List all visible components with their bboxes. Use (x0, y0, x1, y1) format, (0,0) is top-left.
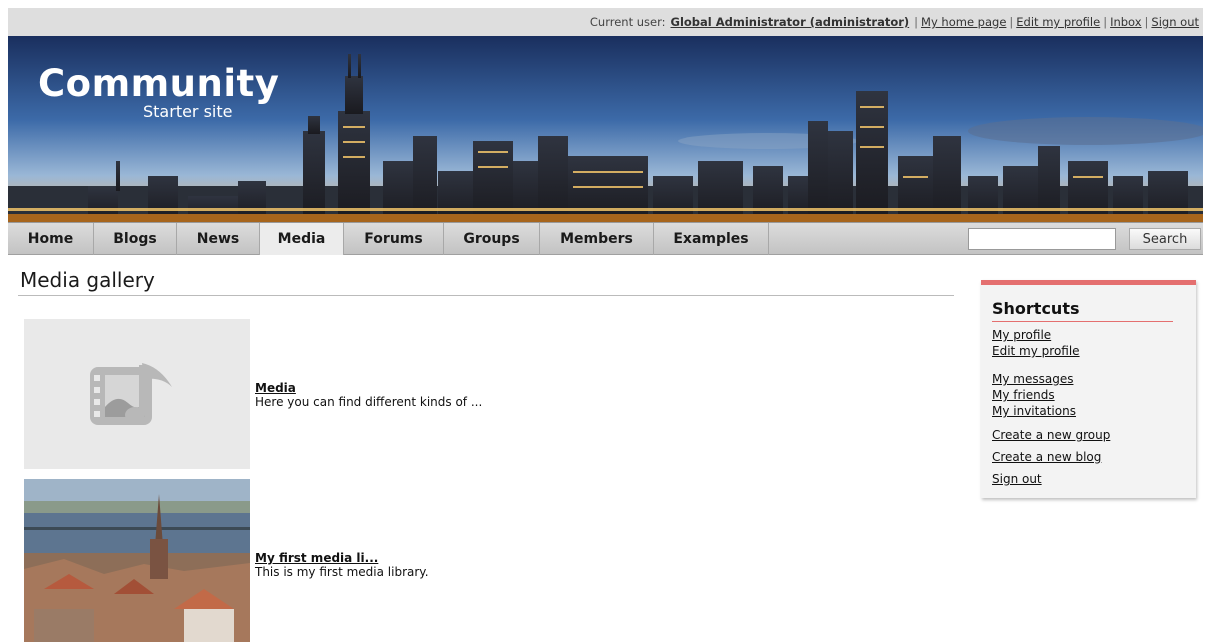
shortcuts-panel: Shortcuts My profile Edit my profile My … (981, 280, 1196, 498)
user-bar: Current user: Global Administrator (admi… (8, 8, 1203, 36)
current-user-link[interactable]: Global Administrator (administrator) (671, 15, 910, 29)
shortcut-create-blog[interactable]: Create a new blog (992, 450, 1101, 464)
shortcut-create-group[interactable]: Create a new group (992, 428, 1110, 442)
separator: | (914, 15, 919, 29)
search-button[interactable]: Search (1129, 228, 1201, 250)
nav-news[interactable]: News (177, 223, 260, 255)
nav-blogs[interactable]: Blogs (94, 223, 177, 255)
shortcut-my-messages[interactable]: My messages (992, 372, 1073, 386)
separator: | (1103, 15, 1108, 29)
nav-home[interactable]: Home (8, 223, 94, 255)
media-thumbnail[interactable] (24, 479, 250, 642)
media-icon (90, 363, 172, 425)
nav-examples[interactable]: Examples (654, 223, 769, 255)
separator: | (1009, 15, 1014, 29)
page-title: Media gallery (20, 268, 155, 292)
site-logo-subtitle: Starter site (143, 102, 233, 121)
media-thumbnail[interactable] (24, 319, 250, 469)
edit-profile-link[interactable]: Edit my profile (1016, 15, 1100, 29)
my-home-page-link[interactable]: My home page (921, 15, 1006, 29)
city-photo (24, 479, 250, 642)
item-title-link[interactable]: Media (255, 381, 482, 395)
shortcuts-title: Shortcuts (992, 299, 1080, 318)
separator: | (1144, 15, 1149, 29)
divider (992, 321, 1173, 322)
header-banner: Community Starter site (8, 36, 1203, 222)
shortcut-my-invitations[interactable]: My invitations (992, 404, 1076, 418)
search-input[interactable] (968, 228, 1116, 250)
current-user-label: Current user: (589, 15, 666, 29)
shortcut-my-friends[interactable]: My friends (992, 388, 1055, 402)
nav-forums[interactable]: Forums (344, 223, 444, 255)
item-description: This is my first media library. (255, 565, 429, 579)
site-logo-title[interactable]: Community (38, 62, 279, 105)
sign-out-link[interactable]: Sign out (1151, 15, 1199, 29)
nav-groups[interactable]: Groups (444, 223, 540, 255)
item-description: Here you can find different kinds of ... (255, 395, 483, 409)
item-title-link[interactable]: My first media li... (255, 551, 429, 565)
list-item: Media Here you can find different kinds … (255, 381, 482, 409)
main-nav: Home Blogs News Media Forums Groups Memb… (8, 222, 1203, 255)
list-item: My first media li... This is my first me… (255, 551, 429, 579)
divider (18, 295, 954, 296)
shortcut-sign-out[interactable]: Sign out (992, 472, 1042, 486)
shortcut-edit-profile[interactable]: Edit my profile (992, 344, 1080, 358)
nav-members[interactable]: Members (540, 223, 654, 255)
nav-media[interactable]: Media (260, 223, 344, 255)
shortcut-my-profile[interactable]: My profile (992, 328, 1051, 342)
inbox-link[interactable]: Inbox (1110, 15, 1141, 29)
